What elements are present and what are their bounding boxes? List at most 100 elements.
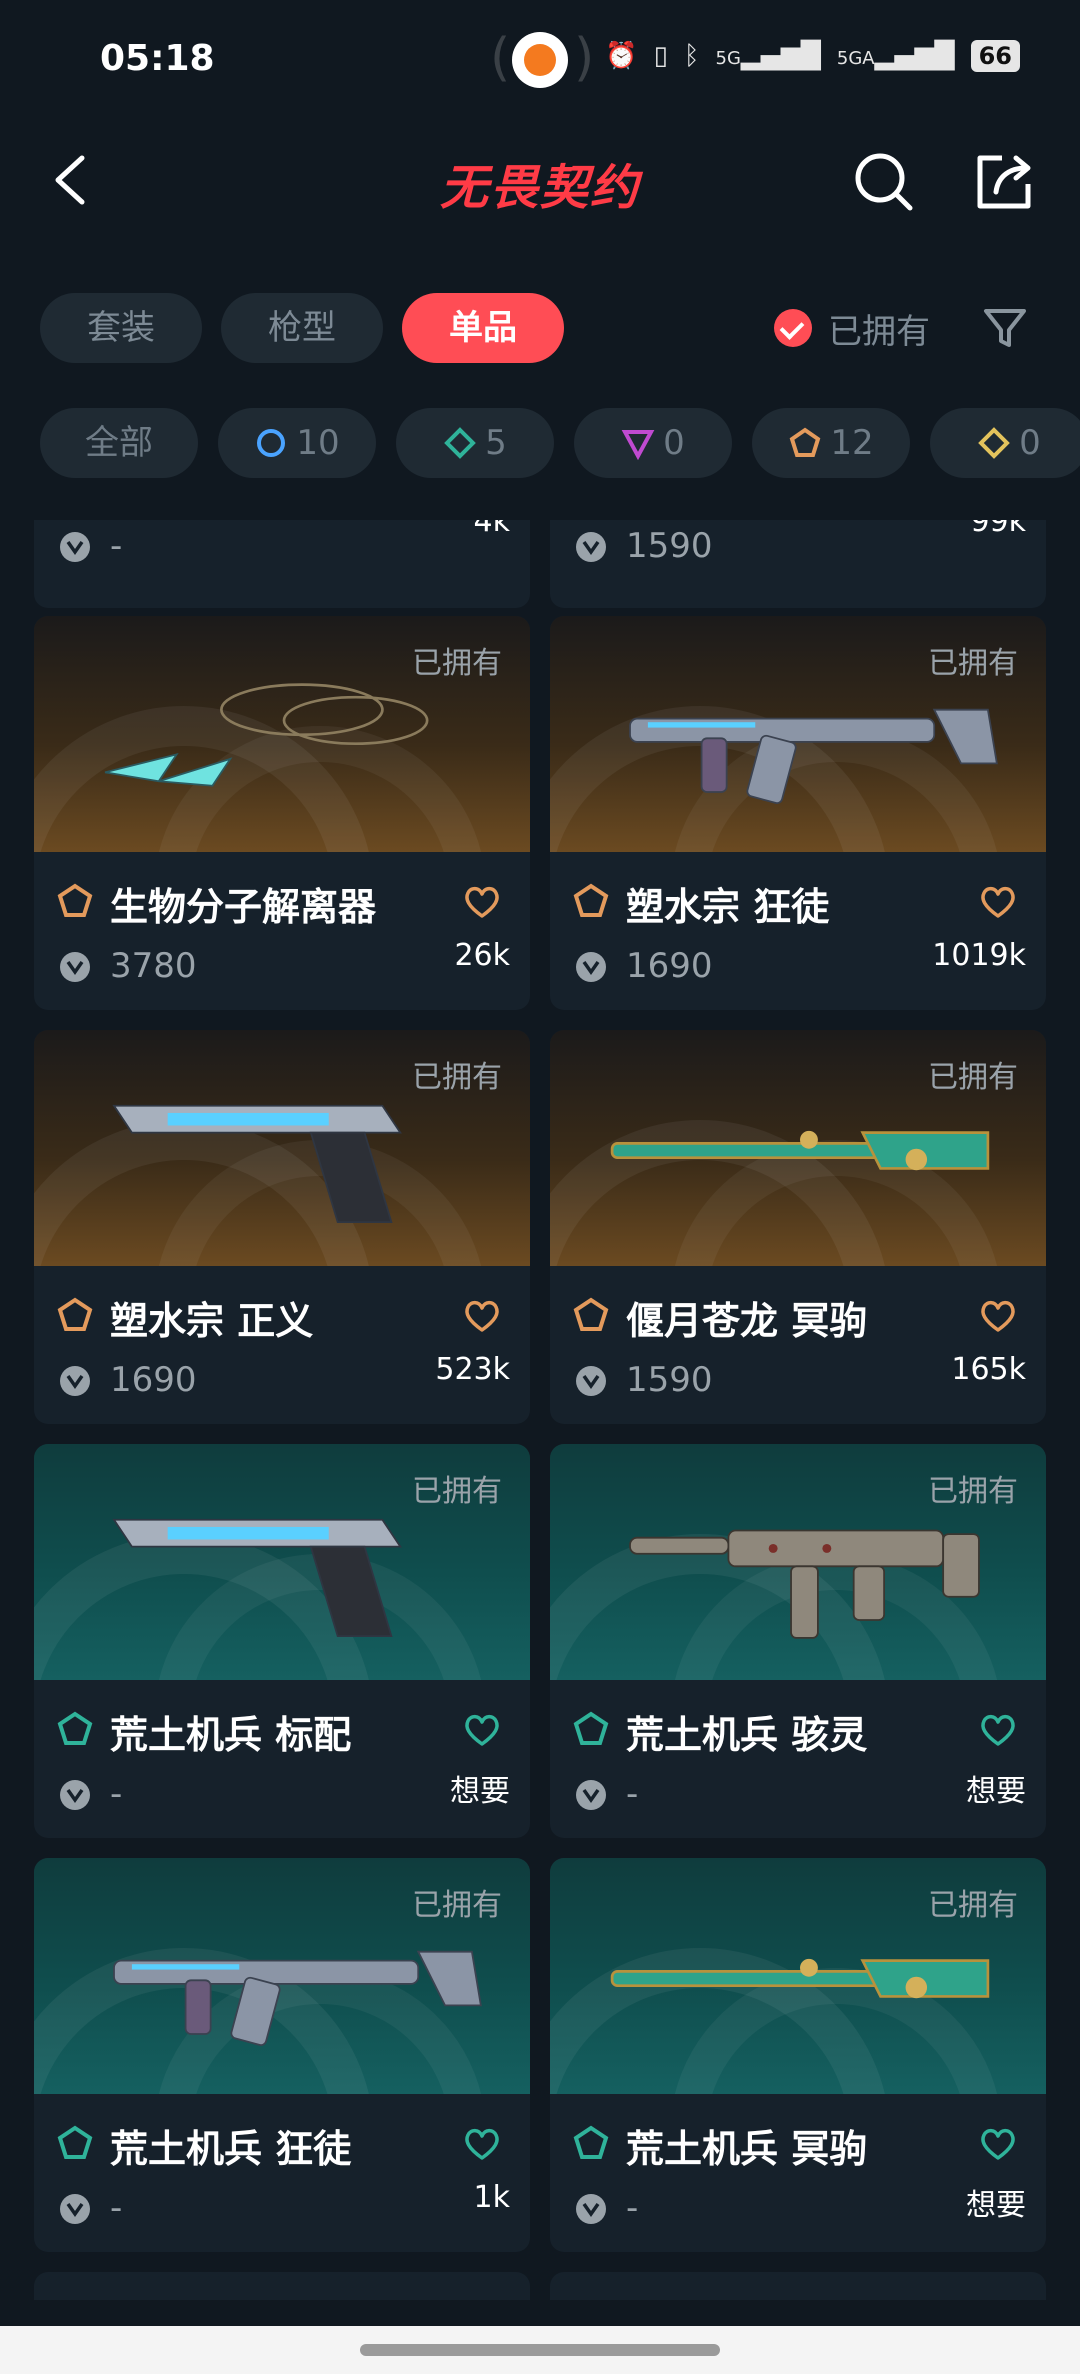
item-card-partial[interactable] bbox=[550, 2272, 1046, 2300]
item-info: 荒土机兵 狂徒 - 1k bbox=[34, 2094, 530, 2252]
item-card[interactable]: 已拥有荒土机兵 狂徒 - 1k bbox=[34, 1858, 530, 2252]
item-image: 已拥有 bbox=[550, 616, 1046, 852]
tier-filter-chips: 全部 10 5 0 12 0 bbox=[40, 408, 1080, 478]
item-card[interactable]: 已拥有 荒土机兵 冥驹 - 想要 bbox=[550, 1858, 1046, 2252]
heart-icon[interactable] bbox=[978, 882, 1018, 922]
chip-tier-ultra[interactable]: 0 bbox=[930, 408, 1080, 478]
item-count: 523k bbox=[435, 1352, 510, 1387]
item-card[interactable]: 已拥有荒土机兵 骇灵 - 想要 bbox=[550, 1444, 1046, 1838]
tab-gun-types[interactable]: 枪型 bbox=[221, 293, 383, 363]
item-count: 1k bbox=[473, 2180, 510, 2215]
page-title-logo: 无畏契约 bbox=[439, 160, 640, 216]
item-card[interactable]: 已拥有 塑水宗 狂徒 1690 1019k bbox=[550, 616, 1046, 1010]
tier-pentagon-icon bbox=[57, 883, 93, 917]
owned-label: 已拥有 bbox=[412, 1474, 502, 1509]
item-count: 26k bbox=[454, 938, 510, 973]
vp-currency-icon bbox=[60, 952, 90, 982]
share-icon[interactable] bbox=[972, 150, 1036, 214]
didi-logo-icon bbox=[512, 32, 568, 88]
vp-currency-icon bbox=[60, 532, 90, 562]
item-image: 已拥有 bbox=[550, 1858, 1046, 2094]
vp-currency-icon bbox=[60, 1780, 90, 1810]
category-tabs: 套装 枪型 单品 已拥有 bbox=[40, 293, 1040, 363]
item-image: 已拥有 bbox=[550, 1030, 1046, 1266]
heart-icon[interactable] bbox=[978, 2124, 1018, 2164]
chip-tier-select[interactable]: 10 bbox=[218, 408, 376, 478]
item-info: 塑水宗 狂徒 1690 1019k bbox=[550, 852, 1046, 1010]
item-price: - bbox=[110, 526, 123, 566]
item-info: 生物分子解离器 3780 26k bbox=[34, 852, 530, 1010]
heart-icon[interactable] bbox=[462, 1296, 502, 1336]
chip-tier-premium[interactable]: 0 bbox=[574, 408, 732, 478]
heart-icon[interactable] bbox=[978, 1296, 1018, 1336]
item-name: 塑水宗 狂徒 bbox=[626, 885, 830, 929]
vibrate-icon: ▯ bbox=[653, 41, 668, 71]
search-icon[interactable] bbox=[852, 150, 916, 214]
item-count: 想要 bbox=[966, 2188, 1026, 2223]
chip-tier-exclusive[interactable]: 12 bbox=[752, 408, 910, 478]
item-count: 想要 bbox=[450, 1774, 510, 1809]
item-name: 荒土机兵 狂徒 bbox=[110, 2127, 352, 2171]
item-count: 99k bbox=[970, 520, 1026, 539]
tier-pentagon-icon bbox=[57, 2125, 93, 2159]
owned-label: 已拥有 bbox=[928, 1888, 1018, 1923]
item-name: 荒土机兵 冥驹 bbox=[626, 2127, 868, 2171]
owned-label: 已拥有 bbox=[928, 646, 1018, 681]
tier-pentagon-icon bbox=[573, 1711, 609, 1745]
item-card[interactable]: 已拥有生物分子解离器 3780 26k bbox=[34, 616, 530, 1010]
bluetooth-icon: ᛒ bbox=[683, 41, 700, 71]
vp-currency-icon bbox=[576, 952, 606, 982]
orange-pentagon-tier-icon bbox=[790, 427, 821, 457]
heart-icon[interactable] bbox=[978, 1710, 1018, 1750]
item-card[interactable]: 已拥有 偃月苍龙 冥驹 1590 165k bbox=[550, 1030, 1046, 1424]
item-image: 已拥有 bbox=[34, 1444, 530, 1680]
owned-label: 已拥有 bbox=[412, 1888, 502, 1923]
didi-floating-pill[interactable]: ( ) bbox=[490, 28, 594, 92]
item-card[interactable]: 已拥有 塑水宗 正义 1690 523k bbox=[34, 1030, 530, 1424]
item-image: 已拥有 bbox=[34, 616, 530, 852]
chip-all[interactable]: 全部 bbox=[40, 408, 198, 478]
item-price: 1690 bbox=[626, 946, 713, 986]
vp-currency-icon bbox=[576, 2194, 606, 2224]
vp-currency-icon bbox=[60, 2194, 90, 2224]
checkmark-icon bbox=[774, 309, 812, 347]
heart-icon[interactable] bbox=[462, 1710, 502, 1750]
tier-pentagon-icon bbox=[57, 1711, 93, 1745]
owned-label: 已拥有 bbox=[412, 1060, 502, 1095]
purple-triangle-tier-icon bbox=[621, 430, 655, 460]
chip-tier-deluxe[interactable]: 5 bbox=[396, 408, 554, 478]
item-price: 1590 bbox=[626, 1360, 713, 1400]
signal-5g-icon: 5G▂▄▆█ bbox=[715, 41, 821, 71]
owned-label: 已拥有 bbox=[412, 646, 502, 681]
item-info: 荒土机兵 骇灵 - 想要 bbox=[550, 1680, 1046, 1838]
tab-single-items[interactable]: 单品 bbox=[402, 293, 564, 363]
app-header: 无畏契约 bbox=[0, 130, 1080, 240]
home-indicator[interactable] bbox=[360, 2344, 720, 2356]
system-icons: ⏰ ▯ ᛒ 5G▂▄▆█ 5GA▂▄▆█ 66 bbox=[605, 40, 1020, 72]
alarm-icon: ⏰ bbox=[605, 41, 638, 71]
status-bar: 05:18 ( ) ⏰ ▯ ᛒ 5G▂▄▆█ 5GA▂▄▆█ 66 bbox=[0, 0, 1080, 120]
item-count: 4k bbox=[473, 520, 510, 539]
tier-pentagon-icon bbox=[57, 1297, 93, 1331]
item-card-partial[interactable]: - 4k bbox=[34, 520, 530, 608]
item-card-partial[interactable] bbox=[34, 2272, 530, 2300]
home-indicator-area bbox=[0, 2326, 1080, 2374]
pill-left-paren: ( bbox=[490, 28, 511, 88]
item-name: 偃月苍龙 冥驹 bbox=[626, 1299, 868, 1343]
item-grid: - 4k 1590 99k 已拥有 生物分子解离器 3780 26k 已拥有 塑水宗 狂徒… bbox=[34, 520, 1046, 2300]
tier-pentagon-icon bbox=[573, 883, 609, 917]
owned-label: 已拥有 bbox=[928, 1060, 1018, 1095]
owned-toggle-label: 已拥有 bbox=[828, 311, 930, 352]
item-name: 塑水宗 正义 bbox=[110, 1299, 314, 1343]
owned-toggle[interactable]: 已拥有 bbox=[774, 293, 930, 363]
item-card[interactable]: 已拥有 荒土机兵 标配 - 想要 bbox=[34, 1444, 530, 1838]
tab-bundles[interactable]: 套装 bbox=[40, 293, 202, 363]
heart-icon[interactable] bbox=[462, 2124, 502, 2164]
item-price: - bbox=[110, 2188, 123, 2228]
owned-label: 已拥有 bbox=[928, 1474, 1018, 1509]
heart-icon[interactable] bbox=[462, 882, 502, 922]
pill-right-paren: ) bbox=[574, 28, 595, 88]
item-card-partial[interactable]: 1590 99k bbox=[550, 520, 1046, 608]
item-info: 偃月苍龙 冥驹 1590 165k bbox=[550, 1266, 1046, 1424]
filter-icon[interactable] bbox=[980, 303, 1030, 353]
